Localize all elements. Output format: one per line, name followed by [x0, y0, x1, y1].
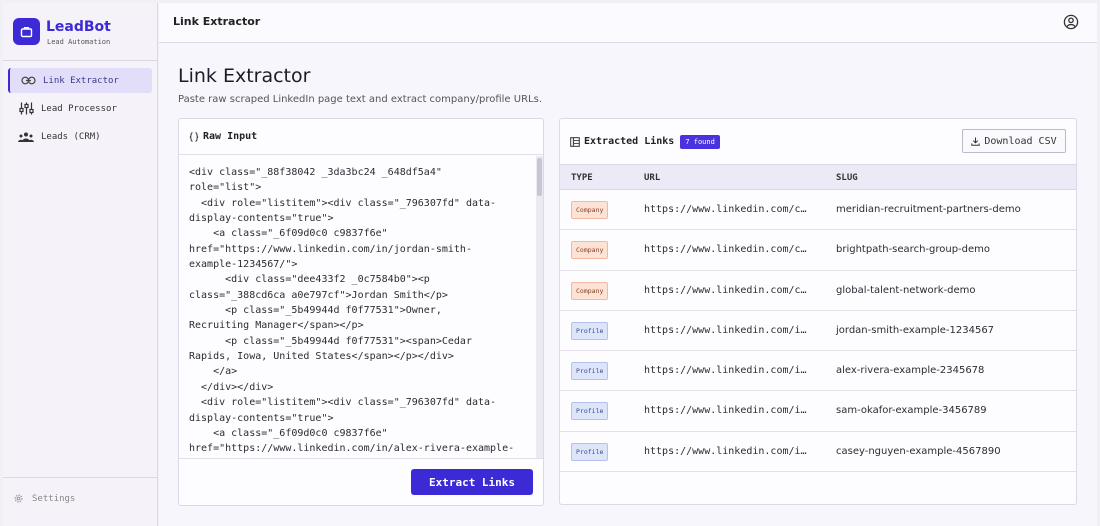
code-line: <a class="_6f09d0c0 c9837f6e" [189, 228, 388, 240]
settings-link[interactable]: Settings [13, 493, 75, 504]
raw-input-card: Raw Input <div class="_88f38042 _3da3bc2… [178, 118, 544, 506]
code-line: href="https://www.linkedin.com/in/alex-r… [189, 443, 515, 455]
divider [179, 458, 543, 459]
code-line: <p class="_5b49944d f0f77531">Owner, [189, 305, 442, 317]
page-title: Link Extractor [178, 65, 311, 87]
table-row[interactable]: Profile https://www.linkedin.com/i… case… [560, 432, 1076, 473]
url-cell[interactable]: https://www.linkedin.com/i… [644, 446, 807, 457]
table-row[interactable]: Company https://www.linkedin.com/c… meri… [560, 190, 1076, 231]
slug-cell: sam-okafor-example-3456789 [836, 405, 987, 417]
code-line: class="_388cd6ca a0e797cf">Jordan Smith<… [189, 289, 448, 301]
type-badge: Company [571, 241, 609, 260]
download-csv-label: Download CSV [984, 135, 1057, 147]
table-row[interactable]: Profile https://www.linkedin.com/i… sam-… [560, 391, 1076, 432]
gear-icon [13, 493, 24, 504]
count-badge: 7 found [680, 134, 720, 149]
sidebar-item-label: Leads (CRM) [41, 131, 101, 142]
raw-input-header: Raw Input [179, 119, 543, 155]
extracted-links-title: Extracted Links [584, 136, 675, 147]
type-badge: Company [571, 201, 609, 219]
slug-cell: meridian-recruitment-partners-demo [836, 204, 1021, 215]
type-badge: Profile [571, 362, 609, 381]
type-badge: Profile [571, 442, 609, 461]
table-row[interactable]: Profile https://www.linkedin.com/i… jord… [560, 311, 1076, 352]
type-badge: Profile [571, 321, 609, 340]
url-cell[interactable]: https://www.linkedin.com/c… [644, 285, 807, 296]
type-badge: Company [571, 281, 609, 300]
download-csv-button[interactable]: Download CSV [962, 129, 1066, 153]
slug-cell: brightpath-search-group-demo [836, 244, 991, 256]
sidebar-footer: Settings [3, 477, 157, 526]
code-line: <div class="_88f38042 _3da3bc24 _648df5a… [189, 167, 442, 178]
table-row[interactable]: Company https://www.linkedin.com/c… glob… [560, 271, 1076, 311]
raw-input-textarea[interactable]: <div class="_88f38042 _3da3bc24 _648df5a… [179, 156, 536, 458]
code-line: display-contents="true"> [189, 213, 334, 225]
extract-links-button[interactable]: Extract Links [411, 469, 533, 495]
link-icon [20, 75, 36, 87]
table-header: TYPE URL SLUG [560, 164, 1076, 190]
code-line: Recruiting Manager</span></p> [189, 320, 364, 332]
top-bar: Link Extractor [159, 3, 1097, 43]
users-icon [18, 131, 34, 143]
briefcase-icon [13, 18, 40, 45]
table-row[interactable]: Company https://www.linkedin.com/c… brig… [560, 230, 1076, 271]
url-cell[interactable]: https://www.linkedin.com/i… [644, 365, 807, 376]
url-cell[interactable]: https://www.linkedin.com/c… [644, 244, 807, 255]
url-cell[interactable]: https://www.linkedin.com/i… [644, 325, 807, 336]
sidebar-item-link-extractor[interactable]: Link Extractor [8, 68, 152, 93]
url-cell[interactable]: https://www.linkedin.com/i… [644, 405, 807, 416]
sidebar-item-lead-processor[interactable]: Lead Processor [8, 96, 152, 121]
scrollbar-thumb[interactable] [537, 158, 542, 196]
code-line: example-1234567/"> [189, 259, 298, 271]
raw-input-title: Raw Input [203, 131, 258, 142]
column-header-slug: SLUG [836, 173, 858, 183]
table-row[interactable]: Profile https://www.linkedin.com/i… alex… [560, 351, 1076, 392]
url-cell[interactable]: https://www.linkedin.com/c… [644, 204, 807, 215]
sidebar-item-label: Lead Processor [41, 103, 117, 114]
main-content: Link Extractor Paste raw scraped LinkedI… [159, 43, 1097, 526]
sliders-icon [18, 102, 34, 115]
code-line: role="list"> [189, 182, 262, 194]
column-header-type: TYPE [571, 173, 593, 183]
code-braces-icon [189, 131, 199, 142]
slug-cell: jordan-smith-example-1234567 [836, 324, 995, 336]
app-name: LeadBot [46, 19, 111, 35]
slug-cell: alex-rivera-example-2345678 [836, 365, 985, 377]
settings-label: Settings [32, 493, 76, 504]
column-header-url: URL [644, 173, 661, 183]
code-line: <div role="listitem"><div class="_796307… [189, 197, 497, 209]
slug-cell: casey-nguyen-example-4567890 [836, 445, 1001, 457]
code-line: display-contents="true"> [189, 412, 334, 424]
user-account-icon[interactable] [1063, 14, 1079, 30]
code-line: <div class="dee433f2 _0c7584b0"><p [189, 274, 430, 286]
brand: LeadBot Lead Automation [3, 3, 157, 61]
code-line: </div></div> [189, 381, 274, 393]
topbar-title: Link Extractor [173, 15, 261, 28]
table-icon [570, 136, 580, 147]
sidebar: LeadBot Lead Automation Link Extractor L… [3, 3, 158, 526]
code-line: <p class="_5b49944d f0f77531"><span>Ceda… [189, 335, 472, 347]
type-badge: Profile [571, 402, 609, 421]
code-line: </a> [189, 366, 238, 378]
extracted-links-card: Extracted Links 7 found Download CSV TYP… [559, 118, 1077, 505]
code-line: <div role="listitem"><div class="_796307… [189, 397, 497, 409]
page-subtitle: Paste raw scraped LinkedIn page text and… [178, 94, 542, 105]
code-line: href="https://www.linkedin.com/in/jordan… [189, 243, 472, 255]
raw-input-scrollbar[interactable] [536, 156, 543, 458]
download-icon [971, 137, 981, 146]
sidebar-item-label: Link Extractor [43, 75, 119, 86]
links-table-body: Company https://www.linkedin.com/c… meri… [560, 190, 1076, 473]
code-line: Rapids, Iowa, United States</span></p></… [189, 351, 454, 363]
app-subtitle: Lead Automation [47, 38, 111, 46]
code-line: <a class="_6f09d0c0 c9837f6e" [189, 427, 388, 439]
sidebar-item-leads-crm[interactable]: Leads (CRM) [8, 124, 152, 149]
slug-cell: global-talent-network-demo [836, 284, 976, 296]
